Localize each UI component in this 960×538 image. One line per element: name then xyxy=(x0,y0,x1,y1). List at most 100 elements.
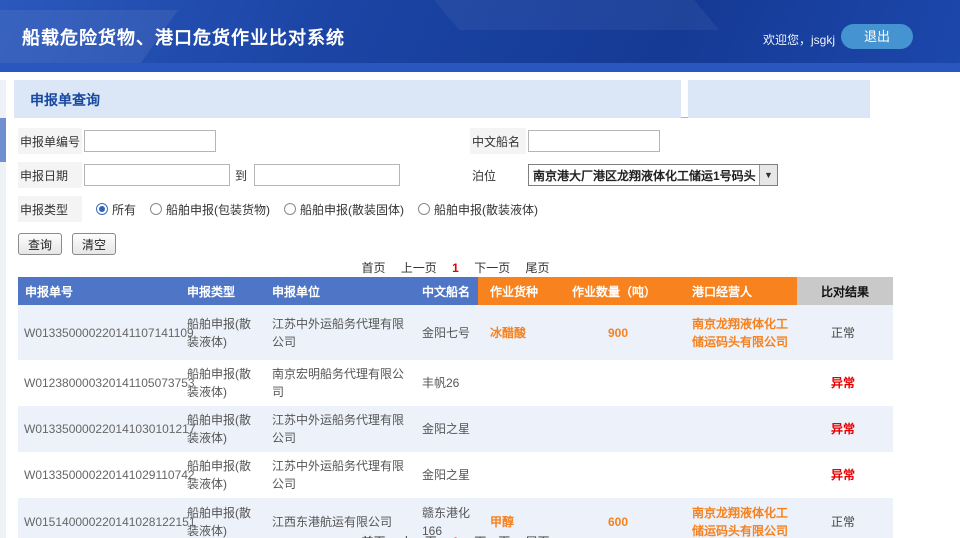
radio-label: 所有 xyxy=(112,201,136,218)
cell-cargo-type: 甲醇 xyxy=(478,508,560,536)
pagination-prev[interactable]: 上一页 xyxy=(401,261,437,275)
cell-declaration-no: W013350000220141029110742 xyxy=(18,461,180,489)
radio-button-icon xyxy=(284,203,296,215)
form-row-3: 申报类型 所有 船舶申报(包装货物) 船舶申报(散装固体) 船舶申报(散装液体) xyxy=(18,196,948,222)
radio-button-icon xyxy=(418,203,430,215)
berth-select[interactable]: 南京港大厂港区龙翔液体化工储运1号码头 ▼ xyxy=(528,164,778,186)
cell-compare-result: 异常 xyxy=(797,369,893,397)
results-table: 申报单号 申报类型 申报单位 中文船名 作业货种 作业数量（吨） 港口经营人 比… xyxy=(18,277,893,538)
radio-all[interactable]: 所有 xyxy=(96,201,136,218)
col-header-cargo-qty: 作业数量（吨） xyxy=(560,277,680,305)
cell-ship-name: 金阳之星 xyxy=(415,415,478,443)
header-bottom-strip xyxy=(0,63,960,72)
pagination-next[interactable]: 下一页 xyxy=(474,261,510,275)
cell-compare-result: 正常 xyxy=(797,319,893,347)
cell-declaration-unit: 江苏中外运船务代理有限公司 xyxy=(265,406,415,452)
cell-declaration-no: W015140000220141028122151 xyxy=(18,508,180,536)
logout-button[interactable]: 退出 xyxy=(841,24,913,49)
date-to-input[interactable] xyxy=(254,164,400,186)
pagination-first[interactable]: 首页 xyxy=(361,261,385,275)
berth-selected-value: 南京港大厂港区龙翔液体化工储运1号码头 xyxy=(529,167,759,184)
page-title: 申报单查询 xyxy=(30,90,100,110)
radio-bulk-liquid[interactable]: 船舶申报(散装液体) xyxy=(418,201,538,218)
form-row-1: 申报单编号 中文船名 xyxy=(18,128,948,154)
radio-button-icon xyxy=(150,203,162,215)
table-body: W013350000220141107141109 船舶申报(散装液体) 江苏中… xyxy=(18,305,893,538)
section-band: 申报单查询 xyxy=(14,80,870,118)
section-band-side xyxy=(688,80,870,118)
cell-ship-name: 金阳之星 xyxy=(415,461,478,489)
chevron-down-icon: ▼ xyxy=(759,165,777,185)
app-header: 船载危险货物、港口危货作业比对系统 欢迎您，jsgkj 退出 xyxy=(0,0,960,63)
table-row: W013350000220141029110742 船舶申报(散装液体) 江苏中… xyxy=(18,452,893,498)
form-row-1-right: 中文船名 xyxy=(470,128,660,154)
cell-cargo-qty xyxy=(560,470,680,480)
col-header-compare-result: 比对结果 xyxy=(797,277,893,305)
welcome-user-text: 欢迎您，jsgkj xyxy=(763,31,835,48)
form-actions: 查询 清空 xyxy=(18,233,116,255)
radio-button-icon xyxy=(96,203,108,215)
cell-ship-name: 金阳七号 xyxy=(415,319,478,347)
col-header-declaration-no: 申报单号 xyxy=(18,277,180,305)
radio-label: 船舶申报(包装货物) xyxy=(166,201,270,218)
cell-compare-result: 正常 xyxy=(797,508,893,536)
radio-packaged-goods[interactable]: 船舶申报(包装货物) xyxy=(150,201,270,218)
cell-cargo-type xyxy=(478,424,560,434)
radio-label: 船舶申报(散装固体) xyxy=(300,201,404,218)
cell-port-operator xyxy=(680,470,797,480)
ship-name-label: 中文船名 xyxy=(470,128,526,154)
col-header-ship-name: 中文船名 xyxy=(415,277,478,305)
date-label: 申报日期 xyxy=(18,162,82,188)
table-row: W012380000320141105073753 船舶申报(散装液体) 南京宏… xyxy=(18,360,893,406)
cell-cargo-qty xyxy=(560,424,680,434)
left-splitter-handle[interactable] xyxy=(0,118,6,162)
radio-label: 船舶申报(散装液体) xyxy=(434,201,538,218)
col-header-declaration-type: 申报类型 xyxy=(180,277,265,305)
radio-bulk-solid[interactable]: 船舶申报(散装固体) xyxy=(284,201,404,218)
col-header-cargo-type: 作业货种 xyxy=(478,277,560,305)
cell-declaration-no: W013350000220141107141109 xyxy=(18,319,180,347)
col-header-port-operator: 港口经营人 xyxy=(680,277,797,305)
cell-cargo-qty xyxy=(560,378,680,388)
cell-cargo-type: 冰醋酸 xyxy=(478,319,560,347)
cell-declaration-no: W012380000320141105073753 xyxy=(18,369,180,397)
declaration-type-radios: 所有 船舶申报(包装货物) 船舶申报(散装固体) 船舶申报(散装液体) xyxy=(96,201,538,218)
cell-port-operator xyxy=(680,378,797,388)
app-title: 船载危险货物、港口危货作业比对系统 xyxy=(22,24,345,50)
ship-name-input[interactable] xyxy=(528,130,660,152)
cell-declaration-type: 船舶申报(散装液体) xyxy=(180,310,265,356)
table-row: W013350000220141107141109 船舶申报(散装液体) 江苏中… xyxy=(18,305,893,360)
declaration-no-input[interactable] xyxy=(84,130,216,152)
cell-declaration-type: 船舶申报(散装液体) xyxy=(180,406,265,452)
pagination-bottom: 首页 上一页 1 下一页 尾页 xyxy=(18,533,893,538)
form-row-2-right: 泊位 南京港大厂港区龙翔液体化工储运1号码头 ▼ xyxy=(470,162,778,188)
cell-cargo-qty: 900 xyxy=(560,319,680,347)
header-decor-shape xyxy=(401,0,720,30)
cell-declaration-unit: 江苏中外运船务代理有限公司 xyxy=(265,310,415,356)
clear-button[interactable]: 清空 xyxy=(72,233,116,255)
cell-declaration-type: 船舶申报(散装液体) xyxy=(180,360,265,406)
pagination-current-page: 1 xyxy=(452,261,459,275)
section-band-main: 申报单查询 xyxy=(14,80,681,118)
date-from-input[interactable] xyxy=(84,164,230,186)
table-header-row: 申报单号 申报类型 申报单位 中文船名 作业货种 作业数量（吨） 港口经营人 比… xyxy=(18,277,893,305)
pagination-top: 首页 上一页 1 下一页 尾页 xyxy=(18,259,893,276)
date-to-separator: 到 xyxy=(235,167,247,184)
berth-label: 泊位 xyxy=(470,162,526,188)
cell-port-operator: 南京龙翔液体化工储运码头有限公司 xyxy=(680,310,797,356)
col-header-declaration-unit: 申报单位 xyxy=(265,277,415,305)
cell-declaration-unit: 江苏中外运船务代理有限公司 xyxy=(265,452,415,498)
cell-compare-result: 异常 xyxy=(797,461,893,489)
cell-declaration-no: W013350000220141030101217 xyxy=(18,415,180,443)
declaration-type-label: 申报类型 xyxy=(18,196,82,222)
cell-declaration-unit: 南京宏明船务代理有限公司 xyxy=(265,360,415,406)
query-button[interactable]: 查询 xyxy=(18,233,62,255)
pagination-last[interactable]: 尾页 xyxy=(526,261,550,275)
cell-cargo-type xyxy=(478,378,560,388)
cell-cargo-type xyxy=(478,470,560,480)
cell-port-operator xyxy=(680,424,797,434)
search-form: 申报单编号 中文船名 申报日期 到 泊位 南京港大厂港区龙翔液体化工储运1号码头… xyxy=(18,128,948,230)
cell-compare-result: 异常 xyxy=(797,415,893,443)
cell-declaration-type: 船舶申报(散装液体) xyxy=(180,452,265,498)
declaration-no-label: 申报单编号 xyxy=(18,128,82,154)
